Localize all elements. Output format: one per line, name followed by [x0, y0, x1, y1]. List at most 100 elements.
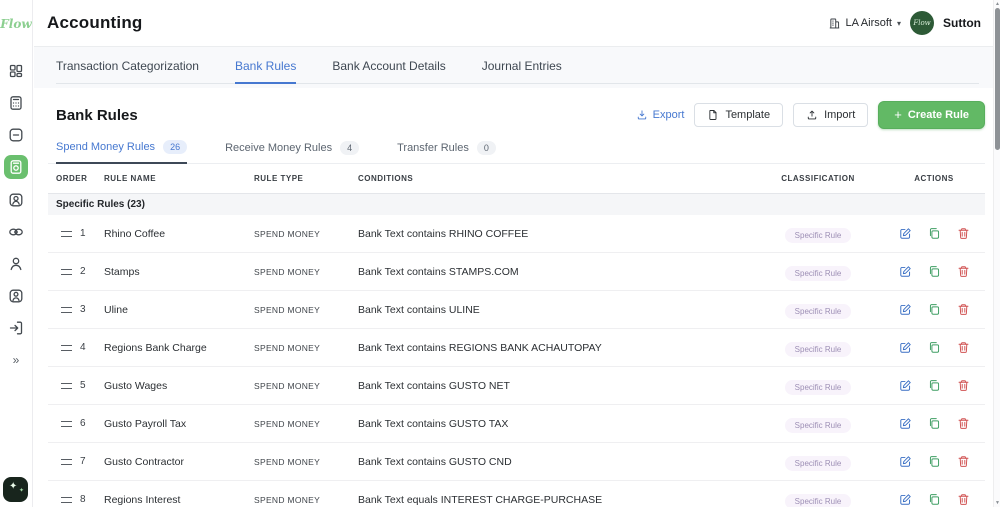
user-card-icon [9, 289, 23, 302]
scrollbar-thumb[interactable] [995, 8, 1000, 150]
order-number: 8 [80, 494, 86, 505]
copy-rule-button[interactable] [927, 379, 941, 393]
edit-rule-button[interactable] [898, 455, 912, 469]
classification-cell: Specific Rule [753, 263, 883, 281]
drag-handle[interactable] [61, 420, 72, 427]
sidebar-nav: » [0, 47, 32, 371]
sidebar-item-user-card[interactable] [4, 284, 28, 307]
drag-handle[interactable] [61, 344, 72, 351]
download-icon [637, 110, 646, 120]
flow-logo: Flow [0, 16, 32, 31]
ai-assistant-button[interactable]: ✦ ✦ [3, 477, 28, 502]
order-number: 5 [80, 380, 86, 391]
sidebar-item-dashboard[interactable] [4, 59, 28, 82]
sidebar-item-sign-out[interactable] [4, 316, 28, 339]
classification-cell: Specific Rule [753, 225, 883, 243]
user-name: Sutton [943, 16, 981, 30]
classification-cell: Specific Rule [753, 491, 883, 507]
sidebar-item-user[interactable] [4, 252, 28, 275]
delete-rule-button[interactable] [956, 379, 970, 393]
trash-icon [958, 265, 968, 277]
sidebar-item-link[interactable] [4, 220, 28, 243]
drag-handle[interactable] [61, 458, 72, 465]
avatar[interactable]: Flow [910, 11, 934, 35]
rule-type-cell: SPEND MONEY [254, 266, 321, 277]
delete-rule-button[interactable] [956, 455, 970, 469]
rule-name-cell: Stamps [104, 265, 140, 278]
copy-rule-button[interactable] [927, 265, 941, 279]
delete-rule-button[interactable] [956, 227, 970, 241]
tab-journal-entries[interactable]: Journal Entries [482, 59, 562, 83]
trash-icon [958, 417, 968, 429]
subtab-count-badge: 26 [163, 140, 188, 154]
copy-rule-button[interactable] [927, 417, 941, 431]
classification-badge: Specific Rule [784, 265, 852, 281]
edit-rule-button[interactable] [898, 493, 912, 507]
edit-rule-button[interactable] [898, 265, 912, 279]
page-title: Accounting [47, 13, 143, 32]
delete-rule-button[interactable] [956, 265, 970, 279]
delete-rule-button[interactable] [956, 493, 970, 507]
create-rule-button[interactable]: + Create Rule [878, 101, 985, 129]
copy-rule-button[interactable] [927, 341, 941, 355]
sidebar-item-document-list[interactable] [4, 123, 28, 146]
copy-icon [929, 265, 939, 277]
order-wrap: 8 [56, 494, 104, 505]
sidebar-item-contact-circle[interactable] [4, 188, 28, 211]
drag-handle[interactable] [61, 230, 72, 237]
tab-bank-account-details[interactable]: Bank Account Details [332, 59, 445, 83]
vertical-scrollbar[interactable]: ▲ ▼ [993, 0, 1000, 507]
copy-rule-button[interactable] [927, 303, 941, 317]
edit-rule-button[interactable] [898, 303, 912, 317]
sidebar-item-bank-account[interactable] [4, 155, 28, 179]
edit-rule-button[interactable] [898, 341, 912, 355]
classification-badge: Specific Rule [784, 417, 852, 433]
scroll-down-arrow-icon[interactable]: ▼ [994, 500, 1000, 506]
subtab-spend-money-rules[interactable]: Spend Money Rules 26 [56, 140, 188, 164]
organization-switcher[interactable]: LA Airsoft ▾ [828, 17, 901, 30]
order-wrap: 7 [56, 456, 104, 467]
drag-handle[interactable] [61, 306, 72, 313]
template-button[interactable]: Template [694, 103, 784, 127]
edit-icon [899, 417, 911, 429]
dashboard-icon [9, 64, 23, 77]
edit-rule-button[interactable] [898, 379, 912, 393]
subtab-receive-money-rules[interactable]: Receive Money Rules 4 [225, 140, 360, 163]
drag-handle[interactable] [61, 268, 72, 275]
actions-cell [883, 493, 985, 507]
rule-name-cell: Rhino Coffee [104, 227, 166, 240]
delete-rule-button[interactable] [956, 417, 970, 431]
document-icon [709, 110, 717, 120]
rule-name-cell: Regions Bank Charge [104, 341, 207, 354]
rule-name-cell: Gusto Contractor [104, 455, 184, 468]
import-button[interactable]: Import [793, 103, 869, 127]
rule-type-cell: SPEND MONEY [254, 304, 321, 315]
classification-badge: Specific Rule [784, 493, 852, 507]
subtab-transfer-rules[interactable]: Transfer Rules 0 [397, 140, 496, 163]
tab-transaction-categorization[interactable]: Transaction Categorization [56, 59, 199, 83]
order-wrap: 3 [56, 304, 104, 315]
copy-rule-button[interactable] [927, 227, 941, 241]
copy-rule-button[interactable] [927, 455, 941, 469]
tab-bank-rules[interactable]: Bank Rules [234, 59, 297, 84]
order-number: 4 [80, 342, 86, 353]
delete-rule-button[interactable] [956, 341, 970, 355]
toolbar: Export Template Import + Create Rule [636, 101, 985, 129]
edit-rule-button[interactable] [898, 227, 912, 241]
actions-cell [883, 303, 985, 317]
sidebar-item-expand-sidebar[interactable]: » [4, 348, 28, 371]
delete-rule-button[interactable] [956, 303, 970, 317]
drag-handle[interactable] [61, 496, 72, 503]
subtab-label: Spend Money Rules [56, 141, 156, 153]
upload-icon [807, 110, 817, 120]
copy-rule-button[interactable] [927, 493, 941, 507]
edit-rule-button[interactable] [898, 417, 912, 431]
drag-handle[interactable] [61, 382, 72, 389]
sidebar-item-calculator[interactable] [4, 91, 28, 114]
export-button[interactable]: Export [636, 109, 684, 121]
trash-icon [958, 455, 968, 467]
rule-name-cell: Regions Interest [104, 493, 181, 506]
contact-circle-icon [9, 193, 23, 206]
scroll-up-arrow-icon[interactable]: ▲ [994, 1, 1000, 7]
actions-wrap [883, 227, 985, 241]
